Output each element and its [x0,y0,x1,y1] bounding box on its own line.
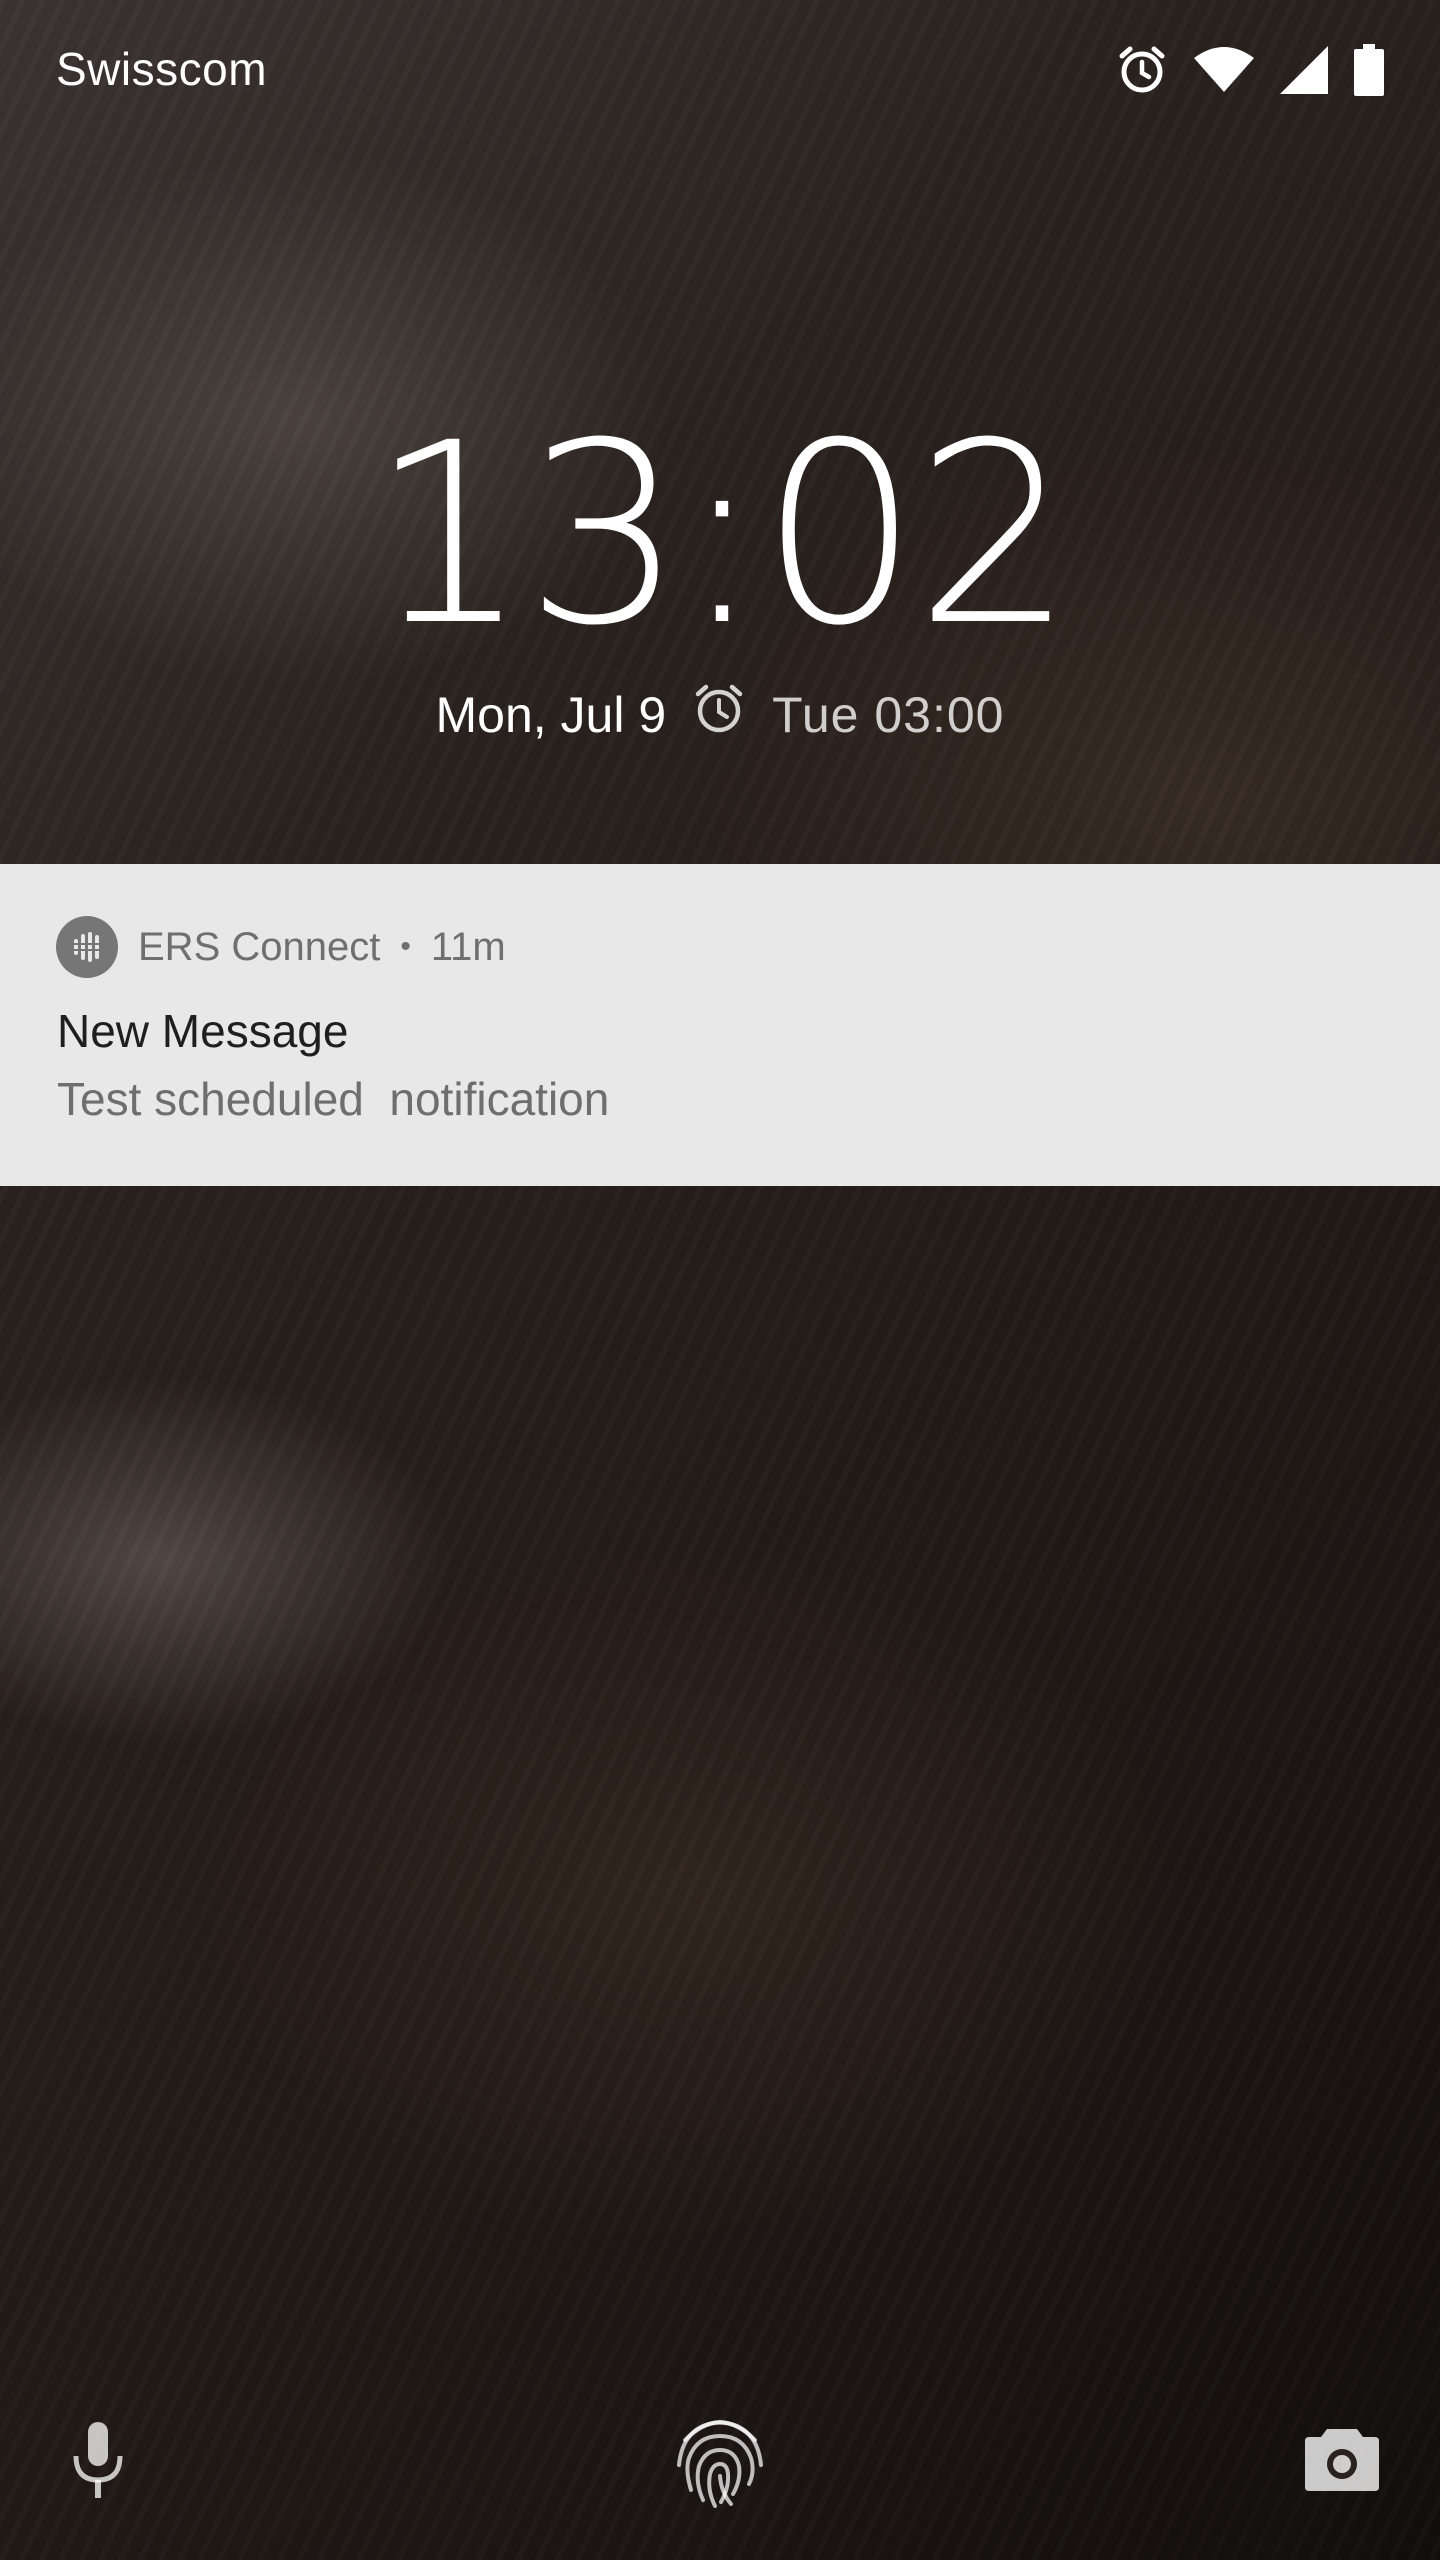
status-icons [1116,40,1384,100]
notification-card[interactable]: ERS Connect • 11m New Message Test sched… [0,864,1440,1186]
carrier-name: Swisscom [56,43,268,95]
next-alarm-icon [692,682,746,748]
notification-separator: • [400,930,411,963]
battery-icon [1354,44,1384,96]
wallpaper-texture [0,0,1440,2560]
bottom-shortcuts [0,2360,1440,2560]
wifi-icon [1194,46,1254,94]
status-bar: Swisscom [0,0,1440,140]
next-alarm-time: Tue 03:00 [772,687,1005,743]
app-icon [56,916,118,978]
fingerprint-icon[interactable] [660,2400,780,2520]
notification-age: 11m [430,924,506,969]
signal-icon [1280,46,1328,94]
notification-app-name: ERS Connect [138,924,381,969]
notification-title: New Message [57,1005,349,1057]
microphone-icon[interactable] [38,2400,158,2520]
notification-text: Test scheduled notification [57,1073,610,1125]
alarm-icon [1116,44,1168,96]
wallpaper [0,0,1440,2560]
notification-header: ERS Connect • 11m [56,916,506,978]
camera-icon[interactable] [1282,2400,1402,2520]
date-row: Mon, Jul 9 Tue 03:00 [0,682,1440,748]
lock-date: Mon, Jul 9 [435,687,667,743]
lock-clock: 13:02 [369,389,1074,680]
